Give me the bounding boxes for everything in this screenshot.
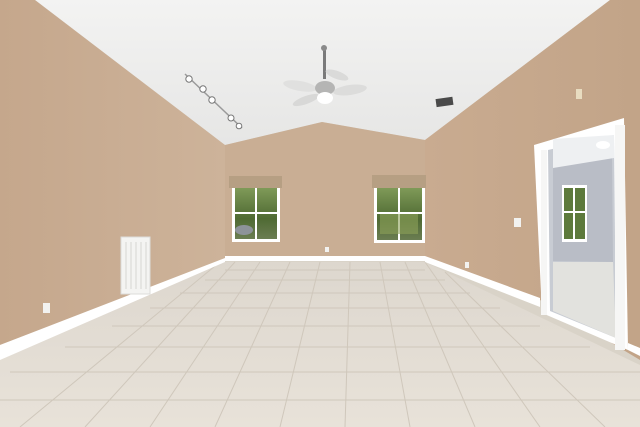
outlet-right [465,262,469,268]
light-switch [514,218,521,227]
open-doorway [534,118,628,350]
thermostat [576,89,582,99]
roman-shade-left [229,176,282,188]
outlet-back-1 [325,247,329,252]
empty-room-photo [0,0,640,427]
baseboard-back [225,256,425,261]
roman-shade-right [372,175,426,188]
window-left [232,185,280,242]
outlet-left [43,303,50,313]
air-return-vent [120,236,151,295]
window-right [374,185,425,243]
